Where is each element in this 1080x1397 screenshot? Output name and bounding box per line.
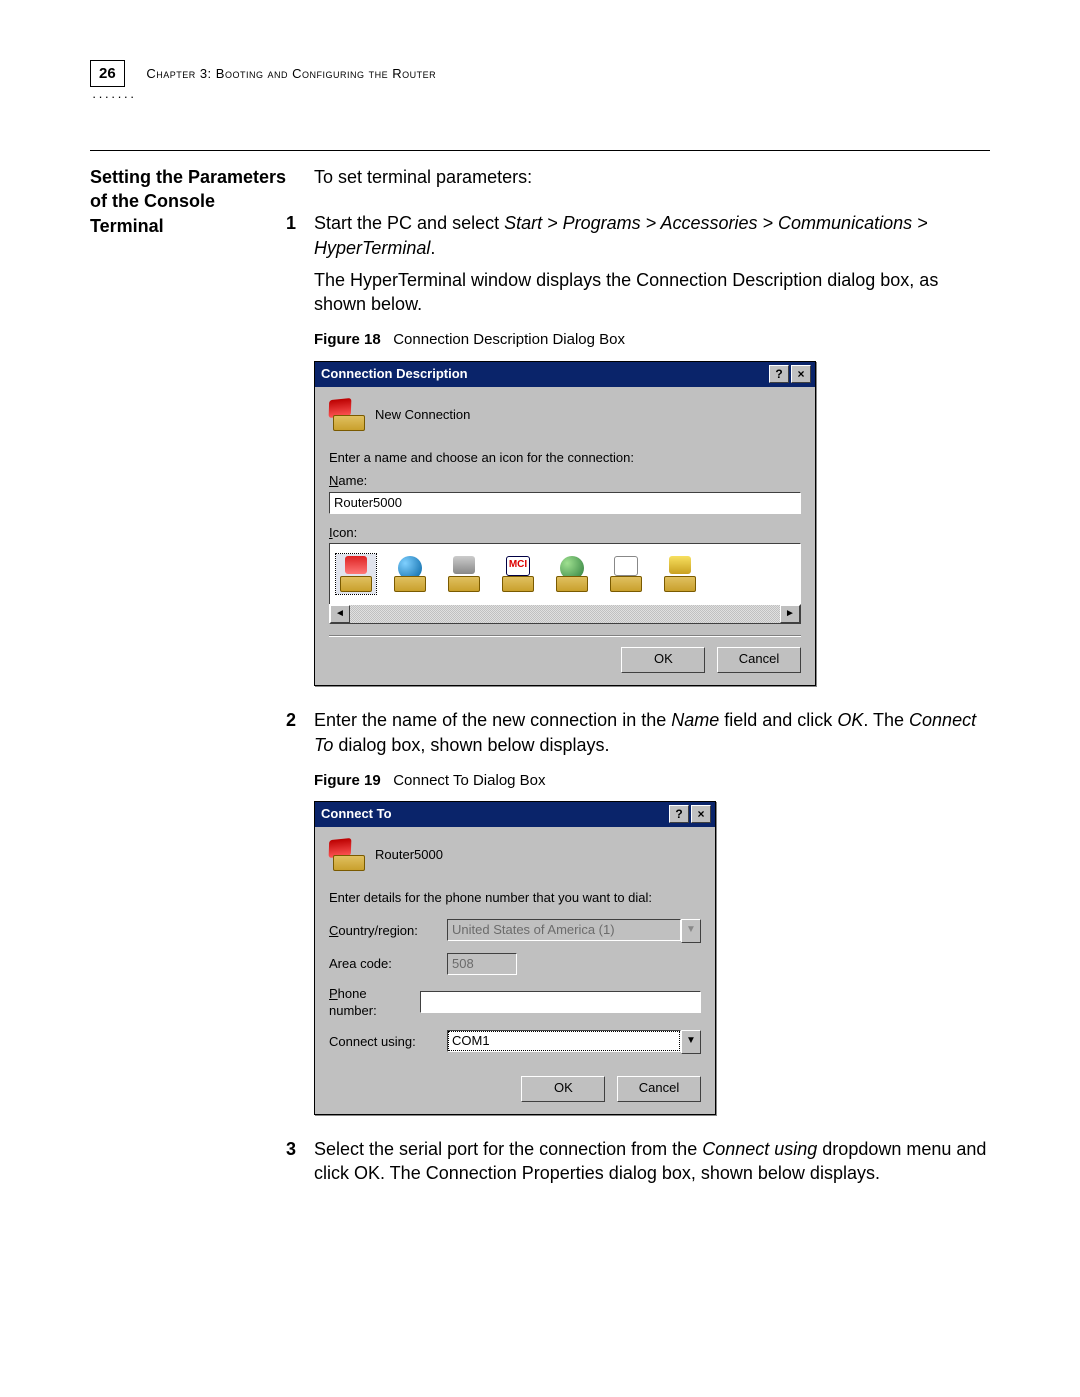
ok-button[interactable]: OK bbox=[521, 1076, 605, 1102]
icon-option-mci[interactable]: MCI bbox=[498, 554, 538, 594]
document-page: 26 ······· Chapter 3: Booting and Config… bbox=[0, 0, 1080, 1397]
connect-using-select[interactable]: ▼ bbox=[447, 1030, 701, 1054]
chevron-down-icon: ▼ bbox=[686, 1035, 696, 1046]
dialog-prompt: Enter a name and choose an icon for the … bbox=[329, 449, 801, 467]
close-icon: × bbox=[797, 368, 804, 380]
icon-picker[interactable]: MCI bbox=[329, 543, 801, 605]
step1-text: Start the PC and select bbox=[314, 213, 504, 233]
cancel-button[interactable]: Cancel bbox=[617, 1076, 701, 1102]
scroll-left-button[interactable]: ◄ bbox=[330, 605, 350, 623]
cancel-button[interactable]: Cancel bbox=[717, 647, 801, 673]
country-label: Country/region: bbox=[329, 922, 439, 940]
icon-option-phone-red[interactable] bbox=[336, 554, 376, 594]
dialog-title: Connect To bbox=[321, 805, 392, 823]
intro-text: To set terminal parameters: bbox=[314, 165, 990, 189]
chapter-title: Chapter 3: Booting and Configuring the R… bbox=[146, 60, 436, 81]
step-number: 2 bbox=[286, 708, 296, 732]
decorative-dots: ······· bbox=[92, 89, 136, 104]
connect-using-label: Connect using: bbox=[329, 1033, 439, 1051]
connection-description-dialog: Connection Description ? × bbox=[314, 361, 816, 687]
area-code-input bbox=[447, 953, 517, 975]
question-icon: ? bbox=[775, 368, 782, 380]
step1-followup: The HyperTerminal window displays the Co… bbox=[314, 268, 990, 317]
help-button[interactable]: ? bbox=[769, 365, 789, 383]
icon-option-globe-blue[interactable] bbox=[390, 554, 430, 594]
help-button[interactable]: ? bbox=[669, 805, 689, 823]
ok-button[interactable]: OK bbox=[621, 647, 705, 673]
figure-19-caption: Figure 19 Connect To Dialog Box bbox=[314, 771, 990, 791]
icon-option-modem-gray[interactable] bbox=[444, 554, 484, 594]
scroll-right-button[interactable]: ► bbox=[780, 605, 800, 623]
phone-number-label: Phone number: bbox=[329, 985, 412, 1020]
connection-icon bbox=[329, 399, 365, 431]
dialog-titlebar[interactable]: Connection Description ? × bbox=[315, 362, 815, 387]
page-number: 26 bbox=[90, 60, 125, 87]
step-2: 2 Enter the name of the new connection i… bbox=[290, 708, 990, 1114]
section-body: To set terminal parameters: 1 Start the … bbox=[314, 165, 990, 1193]
icon-label: Icon: bbox=[329, 524, 801, 542]
connect-to-dialog: Connect To ? × bbox=[314, 801, 716, 1115]
country-select: ▼ bbox=[447, 919, 701, 943]
question-icon: ? bbox=[675, 808, 682, 820]
connect-using-input[interactable] bbox=[447, 1030, 681, 1052]
step-1: 1 Start the PC and select Start > Progra… bbox=[290, 211, 990, 686]
arrow-right-icon: ► bbox=[785, 608, 795, 619]
figure-18-caption: Figure 18 Connection Description Dialog … bbox=[314, 330, 990, 350]
icon-option-phone-yellow[interactable] bbox=[660, 554, 700, 594]
close-button[interactable]: × bbox=[691, 805, 711, 823]
dropdown-button: ▼ bbox=[681, 919, 701, 943]
name-label: Name: bbox=[329, 472, 801, 490]
dialog-titlebar[interactable]: Connect To ? × bbox=[315, 802, 715, 827]
step-3: 3 Select the serial port for the connect… bbox=[290, 1137, 990, 1186]
connection-name-heading: Router5000 bbox=[375, 846, 443, 864]
close-icon: × bbox=[697, 808, 704, 820]
dialog-prompt: Enter details for the phone number that … bbox=[329, 889, 701, 907]
step-number: 3 bbox=[286, 1137, 296, 1161]
scroll-track[interactable] bbox=[350, 605, 780, 623]
connection-icon bbox=[329, 839, 365, 871]
connection-name-heading: New Connection bbox=[375, 406, 470, 424]
area-code-label: Area code: bbox=[329, 955, 439, 973]
icon-scrollbar[interactable]: ◄ ► bbox=[329, 604, 801, 624]
dropdown-button[interactable]: ▼ bbox=[681, 1030, 701, 1054]
dialog-title: Connection Description bbox=[321, 365, 468, 383]
chevron-down-icon: ▼ bbox=[686, 924, 696, 935]
icon-option-globe-green[interactable] bbox=[552, 554, 592, 594]
country-input bbox=[447, 919, 681, 941]
close-button[interactable]: × bbox=[791, 365, 811, 383]
step-number: 1 bbox=[286, 211, 296, 235]
name-input[interactable] bbox=[329, 492, 801, 514]
divider bbox=[90, 150, 990, 151]
arrow-left-icon: ◄ bbox=[335, 608, 345, 619]
page-header: 26 ······· Chapter 3: Booting and Config… bbox=[90, 60, 990, 104]
icon-option-document[interactable] bbox=[606, 554, 646, 594]
phone-number-input[interactable] bbox=[420, 991, 702, 1013]
section-heading: Setting the Parameters of the Console Te… bbox=[90, 165, 290, 238]
